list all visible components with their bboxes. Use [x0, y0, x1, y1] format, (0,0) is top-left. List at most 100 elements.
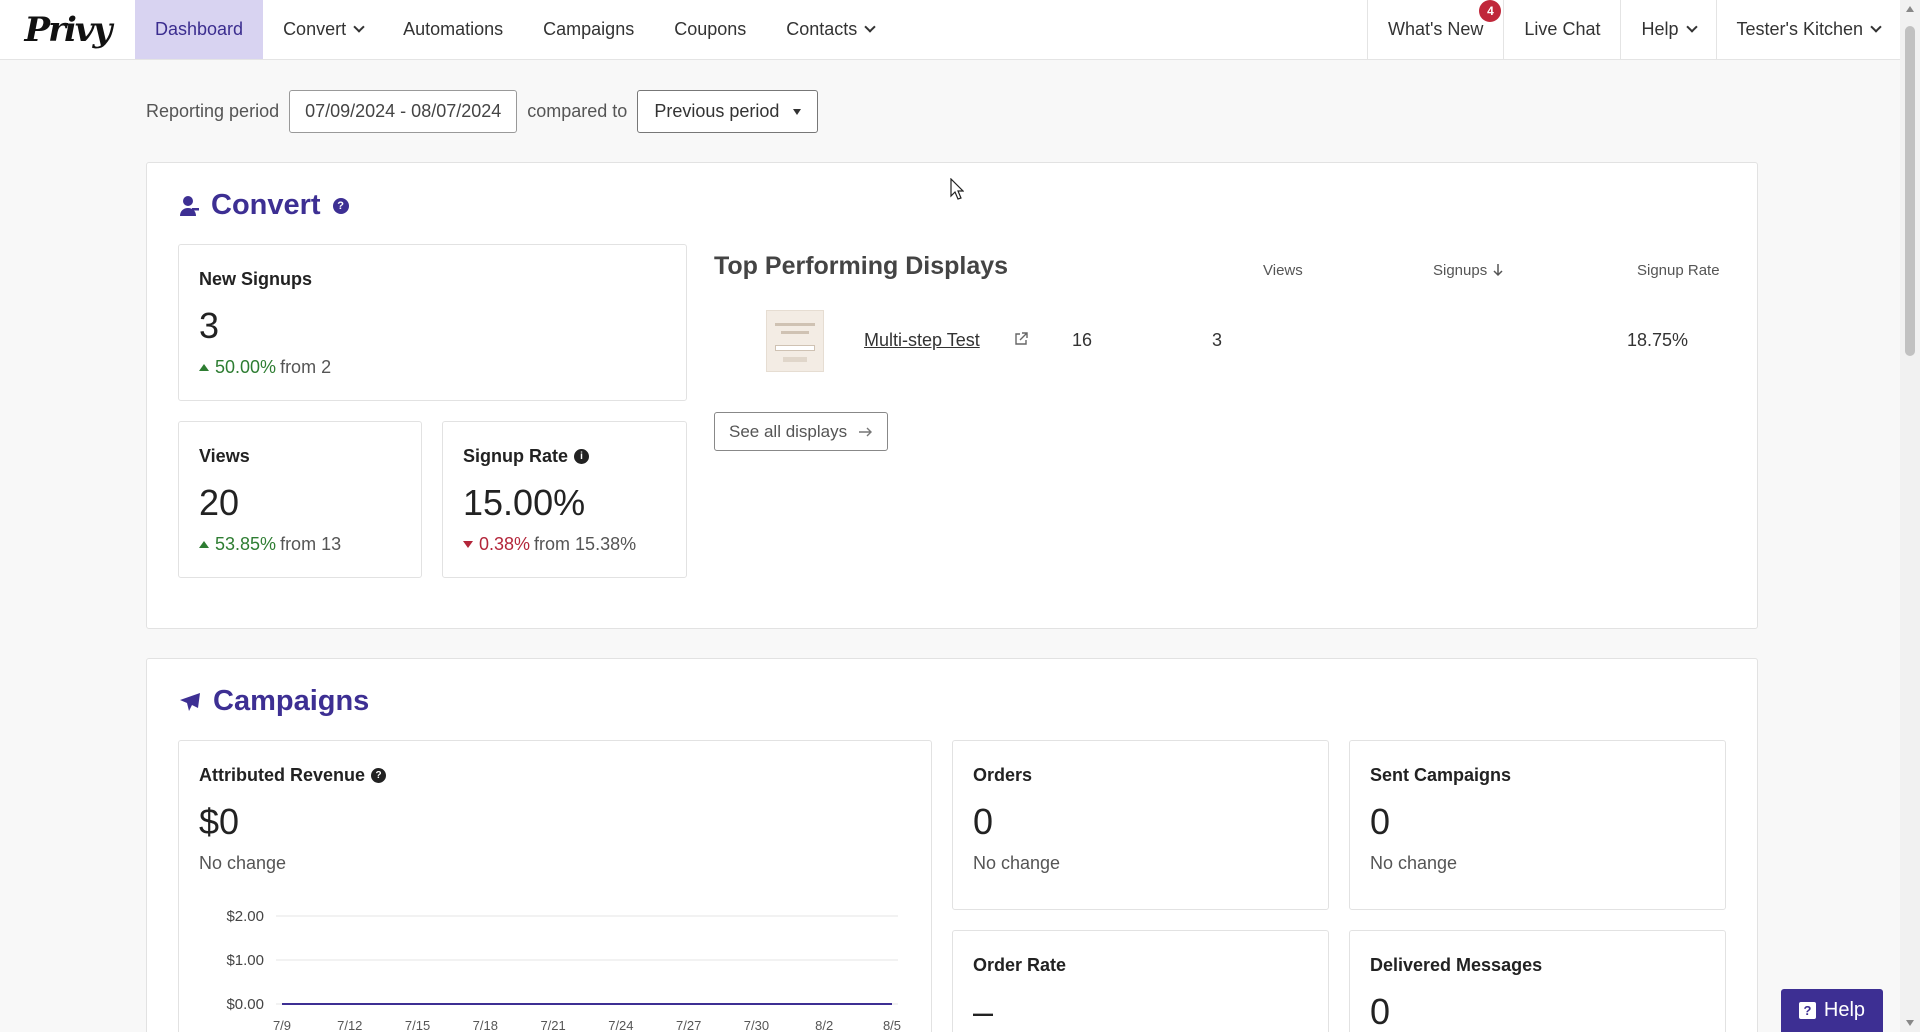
order-rate-value: –	[973, 991, 994, 1032]
caret-down-icon	[793, 108, 802, 115]
paper-plane-icon	[180, 692, 200, 711]
views-change-pct: 53.85%	[215, 534, 277, 554]
y-tick-label: $0.00	[226, 996, 264, 1013]
x-tick-label: 7/15	[405, 1018, 430, 1032]
orders-value: 0	[973, 801, 994, 842]
y-tick-label: $2.00	[226, 908, 264, 925]
nav-account[interactable]: Tester's Kitchen	[1715, 0, 1901, 59]
arrow-down-icon	[1493, 264, 1503, 277]
chevron-down-icon	[1685, 21, 1698, 33]
nav-convert[interactable]: Convert	[263, 0, 383, 59]
orders-change: No change	[973, 853, 1061, 873]
new-signups-label: New Signups	[199, 269, 313, 289]
views-change: 53.85% from 13	[199, 534, 341, 555]
campaigns-title-text: Campaigns	[213, 685, 370, 717]
mouse-cursor-icon	[950, 178, 964, 200]
person-icon	[180, 195, 199, 216]
compare-period-select[interactable]: Previous period	[637, 90, 819, 133]
compare-period-value: Previous period	[654, 101, 780, 121]
date-range-input[interactable]: 07/09/2024 - 08/07/2024	[289, 90, 518, 133]
scroll-thumb[interactable]	[1905, 26, 1915, 356]
external-link-icon[interactable]	[1014, 332, 1028, 346]
nav-contacts[interactable]: Contacts	[766, 0, 894, 59]
page-scrollbar[interactable]	[1900, 0, 1920, 1032]
display-name-link[interactable]: Multi-step Test	[864, 330, 980, 351]
x-tick-label: 7/12	[337, 1018, 362, 1032]
new-signups-from: from 2	[280, 357, 332, 377]
nav-convert-label: Convert	[283, 19, 347, 39]
x-tick-label: 7/30	[744, 1018, 769, 1032]
nav-contacts-label: Contacts	[786, 19, 858, 39]
views-from: from 13	[280, 534, 342, 554]
x-tick-label: 7/18	[473, 1018, 498, 1032]
sent-campaigns-label: Sent Campaigns	[1370, 765, 1512, 785]
x-tick-label: 8/5	[883, 1018, 901, 1032]
orders-card: Orders 0 No change	[952, 740, 1329, 910]
views-value: 20	[199, 482, 240, 523]
nav-coupons[interactable]: Coupons	[654, 0, 766, 59]
col-views-header[interactable]: Views	[1263, 262, 1303, 279]
info-icon[interactable]: i	[574, 449, 590, 464]
chevron-down-icon	[1870, 21, 1882, 33]
nav-dashboard-label: Dashboard	[155, 19, 244, 39]
compared-to-label: compared to	[527, 101, 628, 121]
reporting-period-row: Reporting period 07/09/2024 - 08/07/2024…	[146, 90, 819, 133]
sent-campaigns-change: No change	[1370, 853, 1458, 873]
nav-live-chat[interactable]: Live Chat	[1503, 0, 1620, 59]
triangle-down-icon	[463, 541, 473, 548]
new-signups-value: 3	[199, 305, 220, 346]
help-label: Help	[1641, 19, 1679, 39]
delivered-messages-value: 0	[1370, 991, 1391, 1032]
sent-campaigns-card: Sent Campaigns 0 No change	[1349, 740, 1726, 910]
question-icon[interactable]: ?	[332, 197, 349, 214]
new-signups-change: 50.00% from 2	[199, 357, 331, 378]
privy-logo[interactable]: Privy	[0, 0, 135, 59]
nav-whats-new[interactable]: What's New 4	[1366, 0, 1503, 59]
scroll-up-icon[interactable]	[1906, 6, 1914, 12]
signup-rate-label-text: Signup Rate	[463, 446, 569, 466]
col-signups-label: Signups	[1433, 262, 1488, 279]
display-thumbnail[interactable]	[766, 310, 824, 372]
col-rate-header[interactable]: Signup Rate	[1637, 262, 1720, 279]
nav-automations-label: Automations	[403, 19, 504, 39]
signup-rate-change-pct: 0.38%	[479, 534, 531, 554]
orders-label: Orders	[973, 765, 1033, 785]
triangle-up-icon	[199, 364, 209, 371]
new-signups-change-pct: 50.00%	[215, 357, 277, 377]
convert-title: Convert ?	[179, 189, 349, 222]
live-chat-label: Live Chat	[1524, 19, 1601, 39]
account-label: Tester's Kitchen	[1736, 19, 1864, 39]
display-views-cell: 16	[1071, 330, 1092, 350]
revenue-value: $0	[199, 801, 240, 842]
revenue-change: No change	[199, 853, 287, 873]
nav-campaigns[interactable]: Campaigns	[523, 0, 654, 59]
nav-automations[interactable]: Automations	[383, 0, 523, 59]
notification-badge: 4	[1479, 0, 1502, 22]
arrow-right-icon	[859, 427, 873, 436]
top-displays-title: Top Performing Displays	[714, 252, 1009, 280]
help-widget-label: Help	[1823, 999, 1866, 1021]
see-all-displays-button[interactable]: See all displays	[714, 412, 889, 451]
views-card: Views 20 53.85% from 13	[178, 421, 422, 578]
question-icon[interactable]: ?	[371, 768, 387, 783]
triangle-up-icon	[199, 541, 209, 548]
order-rate-label: Order Rate	[973, 955, 1067, 975]
scroll-down-icon[interactable]	[1906, 1020, 1914, 1026]
chevron-down-icon	[353, 21, 365, 33]
revenue-label-text: Attributed Revenue	[199, 765, 366, 785]
nav-campaigns-label: Campaigns	[543, 19, 635, 39]
delivered-messages-label: Delivered Messages	[1370, 955, 1543, 975]
nav-dashboard[interactable]: Dashboard	[135, 0, 264, 59]
help-widget-button[interactable]: ? Help	[1781, 989, 1883, 1032]
nav-help[interactable]: Help	[1620, 0, 1715, 59]
y-tick-label: $1.00	[226, 952, 264, 969]
revenue-chart: $2.00 $1.00 $0.00 7/9 7/12 7/15 7/18 7/21 7/24 7/…	[226, 908, 901, 1032]
order-rate-card: Order Rate –	[952, 930, 1329, 1032]
col-signups-header[interactable]: Signups	[1433, 262, 1503, 279]
see-all-displays-label: See all displays	[729, 421, 848, 441]
convert-title-text: Convert	[211, 189, 321, 221]
delivered-messages-card: Delivered Messages 0	[1349, 930, 1726, 1032]
x-tick-label: 7/24	[608, 1018, 633, 1032]
nav-right: What's New 4 Live Chat Help Tester's Kitc…	[1366, 0, 1901, 59]
display-rate-cell: 18.75%	[1626, 330, 1688, 350]
